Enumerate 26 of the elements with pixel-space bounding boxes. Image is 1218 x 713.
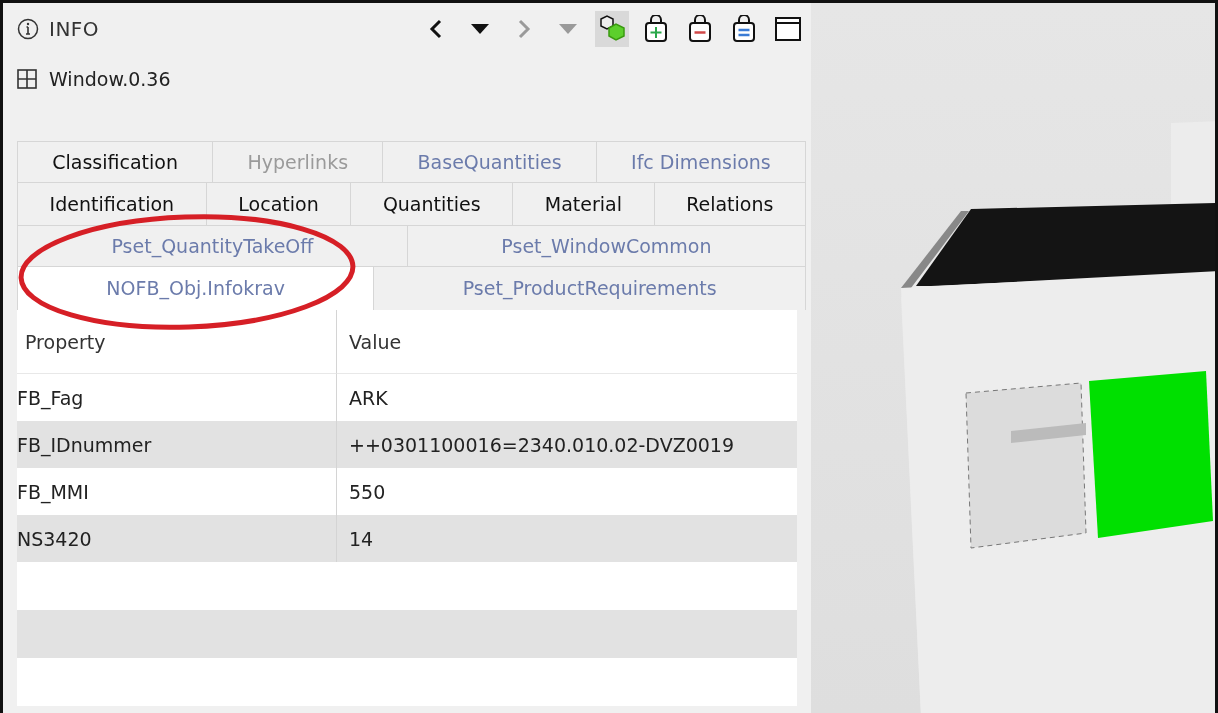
tab[interactable]: Identification [17, 182, 207, 225]
tab[interactable]: NOFB_Obj.Infokrav [17, 266, 375, 310]
table-cell-text: 14 [348, 526, 375, 552]
caret-down-icon [470, 23, 490, 35]
chevron-right-icon [516, 18, 532, 40]
tab[interactable]: Pset_ProductRequirements [373, 266, 806, 310]
caret-down-icon [558, 23, 578, 35]
cubes-icon [598, 15, 626, 43]
object-name: Window.0.36 [49, 68, 171, 90]
tab[interactable]: Classification [17, 141, 214, 182]
table-cell-text: 550 [348, 479, 387, 505]
bag-minus-icon [687, 15, 713, 43]
tab[interactable]: Pset_WindowCommon [406, 225, 806, 266]
window-grid-icon [17, 69, 37, 89]
tab[interactable]: Pset_QuantityTakeOff [17, 225, 408, 266]
table-cell-text: ++0301100016=2340.010.02-DVZ0019 [348, 432, 736, 458]
chevron-left-icon [428, 18, 444, 40]
tab[interactable]: Ifc Dimensions [595, 141, 806, 182]
tab[interactable]: Relations [653, 182, 806, 225]
info-icon [17, 18, 39, 40]
window-icon [774, 15, 802, 43]
table-cell-text: ARK [348, 385, 389, 411]
panel-title: INFO [49, 17, 100, 41]
bag-equals-icon [731, 15, 757, 43]
toolbar-button[interactable] [595, 11, 629, 47]
bag-plus-icon [643, 15, 669, 43]
